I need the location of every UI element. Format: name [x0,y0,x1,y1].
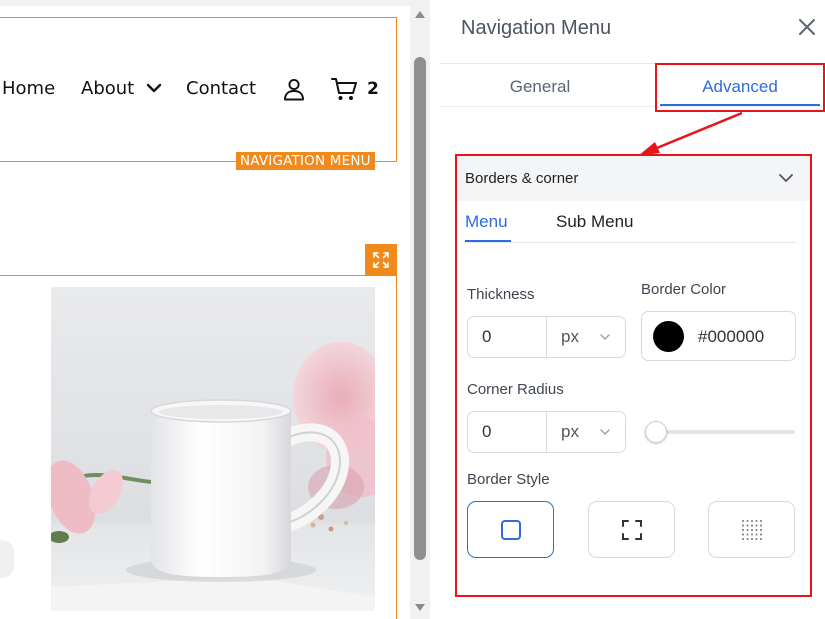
nav-item-home[interactable]: Home [2,78,55,99]
cart-count-badge: 2 [367,79,379,99]
nav-item-contact[interactable]: Contact [186,78,256,99]
close-icon[interactable] [796,16,818,38]
annotation-highlight-borders-section [455,154,812,597]
mug-photo [51,287,375,611]
user-icon[interactable] [282,77,306,101]
chevron-down-icon[interactable] [146,81,162,95]
editor-canvas: Home About Contact 2 NAVIGATION MENU [0,0,430,619]
tab-general[interactable]: General [460,77,620,97]
panel-title: Navigation Menu [461,17,612,39]
scrollbar-thumb[interactable] [414,57,426,560]
navigation-menu-label[interactable]: NAVIGATION MENU [236,152,375,170]
scroll-down-arrow[interactable] [415,604,425,611]
annotation-highlight-advanced-tab [655,63,825,112]
nav-item-about[interactable]: About [81,78,134,99]
expand-icon[interactable] [365,244,397,275]
cart-icon[interactable] [330,76,358,102]
scroll-up-arrow[interactable] [415,11,425,18]
canvas-edge-element [0,540,14,578]
